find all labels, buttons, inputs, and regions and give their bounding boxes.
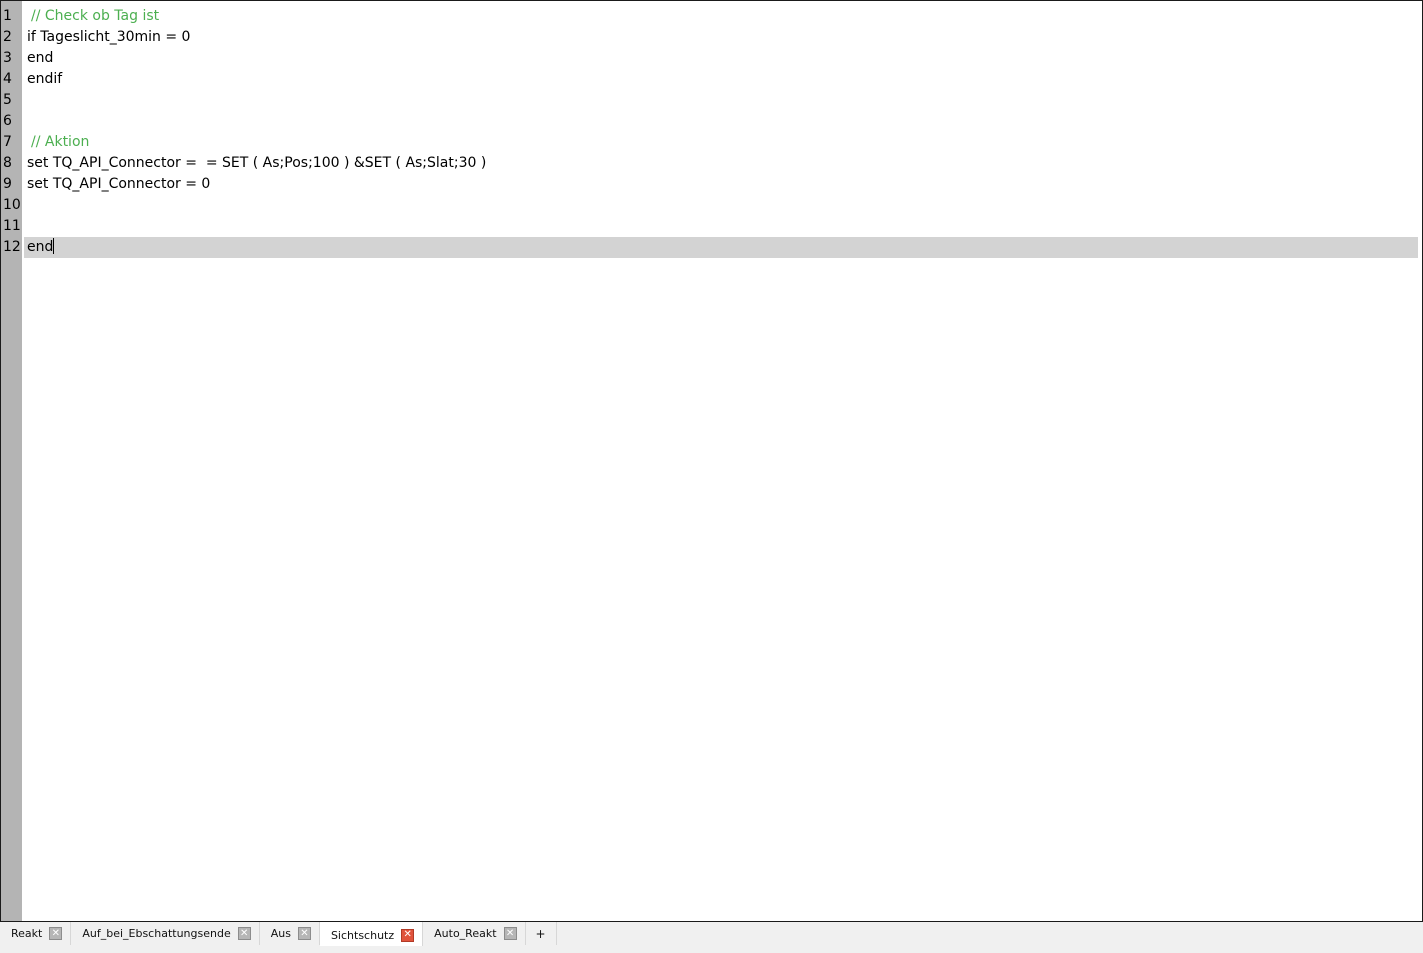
close-icon[interactable]: ✕ (503, 927, 517, 940)
code-line[interactable]: 2 if Tageslicht_30min = 0 (1, 27, 1422, 48)
code-text: if Tageslicht_30min = 0 (27, 29, 191, 45)
close-icon[interactable]: ✕ (401, 928, 415, 942)
code-comment: // Aktion (31, 134, 90, 150)
close-icon[interactable]: ✕ (297, 927, 311, 940)
line-number: 4 (3, 71, 12, 87)
tab-label: Aus (270, 927, 291, 940)
tab-label: Auf_bei_Ebschattungsende (82, 927, 231, 940)
line-number: 3 (3, 50, 12, 66)
code-line[interactable]: 9 set TQ_API_Connector = 0 (1, 174, 1422, 195)
code-lines: 1 // Check ob Tag ist 2 if Tageslicht_30… (1, 6, 1422, 258)
text-caret (53, 238, 55, 254)
code-line[interactable]: 4 endif (1, 69, 1422, 90)
close-icon[interactable]: ✕ (49, 927, 63, 940)
code-editor[interactable]: 1 // Check ob Tag ist 2 if Tageslicht_30… (0, 0, 1423, 922)
code-line[interactable]: 5 (1, 90, 1422, 111)
line-number: 12 (3, 239, 21, 255)
code-line[interactable]: 11 (1, 216, 1422, 237)
code-line[interactable]: 6 (1, 111, 1422, 132)
code-text: set TQ_API_Connector = = SET ( As;Pos;10… (27, 155, 487, 171)
tab-label: Sichtschutz (330, 928, 395, 942)
tab-label: Auto_Reakt (434, 927, 497, 940)
line-number: 8 (3, 155, 12, 171)
code-text: endif (27, 71, 63, 87)
line-number: 2 (3, 29, 12, 45)
code-text: set TQ_API_Connector = 0 (27, 176, 211, 192)
script-tab-bar: Reakt ✕ Auf_bei_Ebschattungsende ✕ Aus ✕… (0, 922, 1423, 953)
tab-auf-bei-ebschattungsende[interactable]: Auf_bei_Ebschattungsende ✕ (71, 922, 260, 945)
code-line[interactable]: 10 (1, 195, 1422, 216)
line-number: 5 (3, 92, 12, 108)
close-icon[interactable]: ✕ (237, 927, 251, 940)
line-number: 11 (3, 218, 21, 234)
tab-sichtschutz[interactable]: Sichtschutz ✕ (319, 922, 424, 946)
line-number: 1 (3, 8, 12, 24)
tab-auto-reakt[interactable]: Auto_Reakt ✕ (423, 922, 526, 945)
code-line[interactable]: 7 // Aktion (1, 132, 1422, 153)
line-number: 7 (3, 134, 12, 150)
line-number: 9 (3, 176, 12, 192)
tab-reakt[interactable]: Reakt ✕ (0, 922, 72, 945)
code-line[interactable]: 3 end (1, 48, 1422, 69)
code-line[interactable]: 8 set TQ_API_Connector = = SET ( As;Pos;… (1, 153, 1422, 174)
code-text: end (27, 50, 54, 66)
code-line[interactable]: 1 // Check ob Tag ist (1, 6, 1422, 27)
line-number: 6 (3, 113, 12, 129)
tab-label: Reakt (11, 927, 43, 940)
current-code-line[interactable]: 12 end (1, 237, 1422, 258)
code-comment: // Check ob Tag ist (31, 8, 160, 24)
add-tab-button[interactable]: + (526, 922, 557, 945)
tab-aus[interactable]: Aus ✕ (260, 922, 320, 945)
line-number: 10 (3, 197, 21, 213)
code-text: end (27, 239, 54, 255)
